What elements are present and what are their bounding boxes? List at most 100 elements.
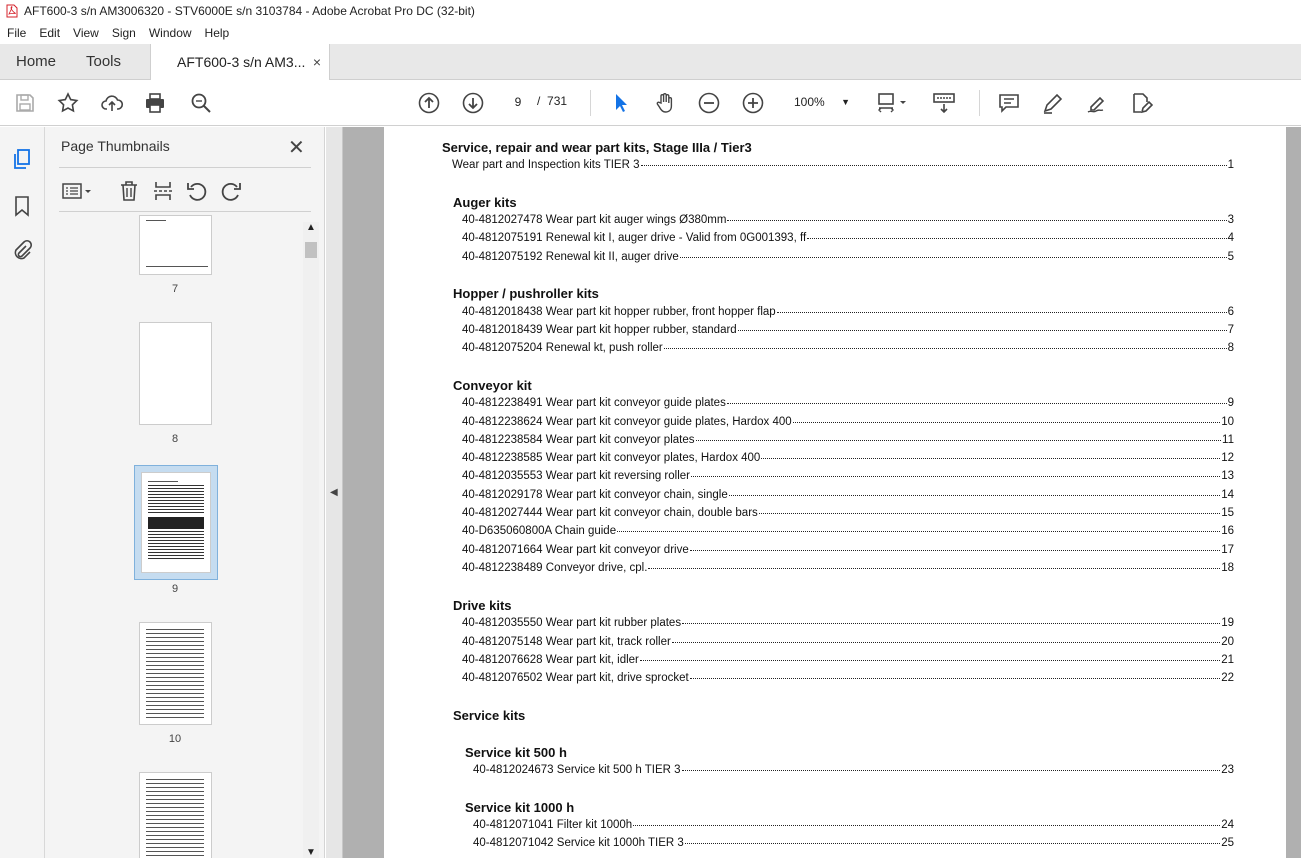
- menu-view[interactable]: View: [66, 26, 105, 40]
- toc-entry[interactable]: 40-4812029178 Wear part kit conveyor cha…: [462, 489, 1234, 501]
- page-thumbnail[interactable]: [139, 215, 212, 275]
- page-thumbnail[interactable]: [139, 772, 212, 858]
- navigation-rail: [0, 127, 45, 858]
- toc-entry[interactable]: 40-4812035550 Wear part kit rubber plate…: [462, 617, 1234, 629]
- page-thumbnail-current[interactable]: [141, 472, 211, 573]
- toc-entry[interactable]: 40-4812071664 Wear part kit conveyor dri…: [462, 544, 1234, 556]
- zoom-in-button[interactable]: [740, 90, 766, 116]
- toc-entry-page: 23: [1221, 764, 1234, 776]
- thumbnail-text-block: [148, 517, 204, 529]
- toc-entry[interactable]: 40-4812238489 Conveyor drive, cpl. 18: [462, 562, 1234, 574]
- tab-tools[interactable]: Tools: [70, 44, 150, 79]
- print-button[interactable]: [142, 90, 168, 116]
- toc-entry[interactable]: 40-4812018438 Wear part kit hopper rubbe…: [462, 306, 1234, 318]
- toc-entry[interactable]: 40-4812024673 Service kit 500 h TIER 3 23: [473, 764, 1234, 776]
- toc-entry[interactable]: 40-4812075192 Renewal kit II, auger driv…: [462, 251, 1234, 263]
- toc-entry-page: 7: [1227, 324, 1234, 336]
- window-title: AFT600-3 s/n AM3006320 - STV6000E s/n 31…: [24, 4, 475, 18]
- previous-page-button[interactable]: [416, 90, 442, 116]
- attachments-toggle[interactable]: [10, 239, 34, 263]
- delete-page-button[interactable]: [117, 179, 141, 203]
- scrollbar-thumb[interactable]: [305, 242, 317, 258]
- toc-entry[interactable]: 40-4812238491 Wear part kit conveyor gui…: [462, 397, 1234, 409]
- toc-section-heading: Drive kits: [453, 598, 512, 613]
- page-display-button[interactable]: [876, 90, 912, 116]
- comment-icon: [999, 94, 1019, 113]
- toc-entry-page: 12: [1221, 452, 1234, 464]
- toc-entry-text: 40-4812035553 Wear part kit reversing ro…: [462, 470, 690, 482]
- sign-button[interactable]: [1084, 90, 1110, 116]
- tab-home[interactable]: Home: [0, 44, 70, 79]
- toc-entry[interactable]: 40-4812075148 Wear part kit, track rolle…: [462, 636, 1234, 648]
- toc-entry[interactable]: 40-4812035553 Wear part kit reversing ro…: [462, 470, 1234, 482]
- bookmark-star-button[interactable]: [55, 90, 81, 116]
- toc-entry[interactable]: 40-4812075204 Renewal kt, push roller 8: [462, 342, 1234, 354]
- comment-button[interactable]: [996, 90, 1022, 116]
- hand-tool-button[interactable]: [652, 90, 678, 116]
- scroll-mode-button[interactable]: [931, 90, 957, 116]
- panel-close-icon[interactable]: ✕: [288, 135, 305, 160]
- insert-page-button[interactable]: [151, 179, 175, 203]
- thumbnail-text-block: [146, 629, 204, 719]
- toc-entry-text: 40-4812075192 Renewal kit II, auger driv…: [462, 251, 679, 263]
- page-thumbnails-toggle[interactable]: [10, 147, 34, 171]
- toc-entry[interactable]: Wear part and Inspection kits TIER 3 1: [452, 159, 1234, 171]
- tab-document[interactable]: AFT600-3 s/n AM3... ×: [150, 44, 330, 80]
- save-button[interactable]: [12, 90, 38, 116]
- menu-file[interactable]: File: [0, 26, 32, 40]
- page-number-input[interactable]: 9: [503, 91, 533, 113]
- toc-entry[interactable]: 40-4812018439 Wear part kit hopper rubbe…: [462, 324, 1234, 336]
- highlight-button[interactable]: [1040, 90, 1066, 116]
- select-tool-button[interactable]: [608, 90, 634, 116]
- menu-help[interactable]: Help: [198, 26, 236, 40]
- rotate-ccw-button[interactable]: [185, 179, 209, 203]
- arrow-up-circle-icon: [418, 92, 440, 114]
- options-menu-button[interactable]: [61, 179, 95, 203]
- menu-edit[interactable]: Edit: [32, 26, 66, 40]
- pdf-page: Service, repair and wear part kits, Stag…: [384, 127, 1286, 858]
- toc-leader: [689, 550, 1221, 551]
- menu-window[interactable]: Window: [142, 26, 198, 40]
- toc-entry[interactable]: 40-4812075191 Renewal kit I, auger drive…: [462, 232, 1234, 244]
- thumbnail-text-line: [146, 220, 166, 221]
- toc-entry[interactable]: 40-4812071041 Filter kit 1000h 24: [473, 819, 1234, 831]
- menu-sign[interactable]: Sign: [105, 26, 142, 40]
- toc-entry[interactable]: 40-4812238624 Wear part kit conveyor gui…: [462, 416, 1234, 428]
- upload-button[interactable]: [99, 90, 125, 116]
- save-icon: [16, 94, 34, 112]
- page-thumbnail[interactable]: [139, 322, 212, 425]
- toc-entry[interactable]: 40-4812027444 Wear part kit conveyor cha…: [462, 507, 1234, 519]
- thumbnail-text-line: [148, 481, 178, 482]
- find-button[interactable]: [188, 90, 214, 116]
- next-page-button[interactable]: [460, 90, 486, 116]
- toc-entry[interactable]: 40-4812238584 Wear part kit conveyor pla…: [462, 434, 1234, 446]
- toc-entry[interactable]: 40-4812238585 Wear part kit conveyor pla…: [462, 452, 1234, 464]
- toc-entry[interactable]: 40-4812071042 Service kit 1000h TIER 3 25: [473, 837, 1234, 849]
- tab-close-icon[interactable]: ×: [313, 54, 321, 70]
- toc-entry-text: 40-4812076502 Wear part kit, drive sproc…: [462, 672, 689, 684]
- cloud-upload-icon: [101, 95, 124, 111]
- scroll-down-icon[interactable]: ▼: [306, 847, 316, 858]
- zoom-out-button[interactable]: [696, 90, 722, 116]
- rotate-cw-button[interactable]: [219, 179, 243, 203]
- toc-leader: [684, 843, 1221, 844]
- edit-pdf-button[interactable]: [1128, 90, 1154, 116]
- toc-entry[interactable]: 40-4812076502 Wear part kit, drive sproc…: [462, 672, 1234, 684]
- zoom-level-select[interactable]: 100% ▼: [786, 91, 856, 113]
- thumbnail-page-number: 7: [171, 283, 179, 295]
- document-scrollbar[interactable]: [1287, 127, 1301, 858]
- page-separator: /: [537, 94, 541, 108]
- scroll-up-icon[interactable]: ▲: [306, 222, 316, 233]
- thumbnail-list: 7 8 9 10: [59, 215, 303, 858]
- toc-entry-page: 13: [1221, 470, 1234, 482]
- tab-document-label: AFT600-3 s/n AM3...: [177, 54, 306, 70]
- bookmarks-toggle[interactable]: [10, 194, 34, 218]
- toc-entry[interactable]: 40-D635060800A Chain guide 16: [462, 525, 1234, 537]
- panel-collapse-handle[interactable]: ◀: [326, 127, 343, 858]
- page-thumbnail[interactable]: [139, 622, 212, 725]
- fit-page-icon: [878, 93, 906, 113]
- toc-entry[interactable]: 40-4812027478 Wear part kit auger wings …: [462, 214, 1234, 226]
- toc-entry[interactable]: 40-4812076628 Wear part kit, idler 21: [462, 654, 1234, 666]
- thumbnail-scrollbar[interactable]: ▲ ▼: [303, 222, 319, 858]
- toc-entry-page: 6: [1227, 306, 1234, 318]
